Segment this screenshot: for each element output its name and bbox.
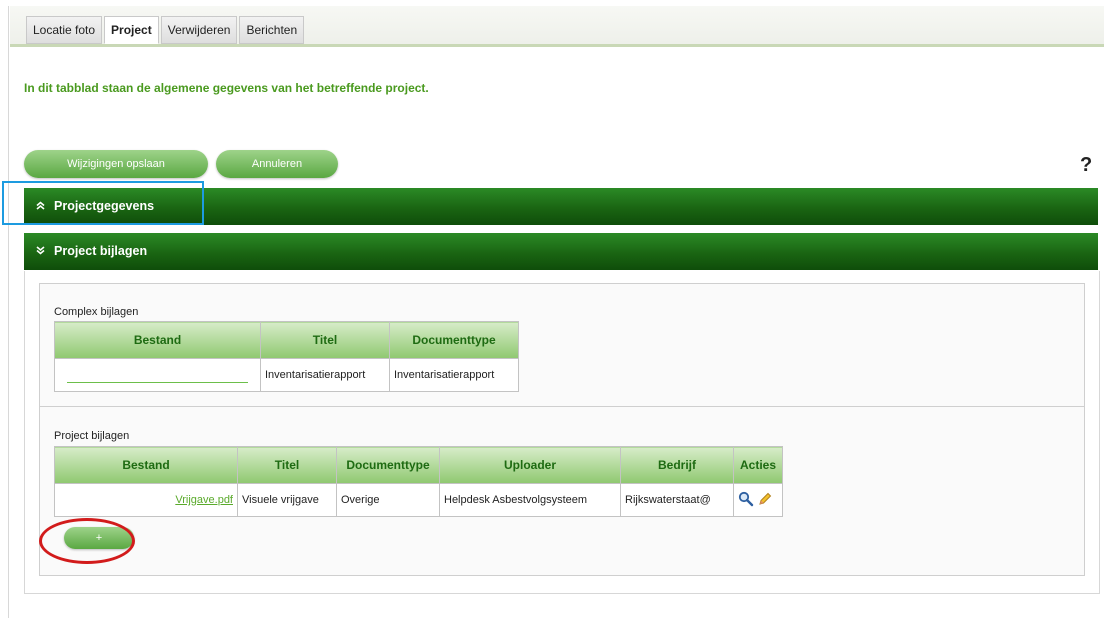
col-bedrijf: Bedrijf [620, 446, 734, 484]
col-uploader: Uploader [439, 446, 621, 484]
col-acties: Acties [733, 446, 783, 484]
cell-bestand[interactable] [54, 358, 261, 392]
chevron-up-icon [36, 189, 50, 226]
chevron-down-icon [36, 234, 50, 271]
col-titel: Titel [260, 321, 390, 359]
add-attachment-button[interactable]: + [64, 527, 134, 549]
cell-acties [733, 483, 783, 517]
attachments-panel: Complex bijlagen Bestand Titel Documentt… [24, 271, 1100, 594]
tab-locatie-foto[interactable]: Locatie foto [26, 16, 103, 44]
tab-project[interactable]: Project [104, 16, 159, 44]
col-titel: Titel [237, 446, 337, 484]
complex-bijlagen-table: Bestand Titel Documenttype Inventarisati… [54, 321, 519, 392]
pencil-icon[interactable] [757, 491, 773, 510]
col-bestand: Bestand [54, 321, 261, 359]
col-bestand: Bestand [54, 446, 238, 484]
project-bijlagen-label: Project bijlagen [54, 244, 148, 258]
cell-documenttype: Inventarisatierapport [389, 358, 519, 392]
tab-verwijderen[interactable]: Verwijderen [160, 16, 238, 44]
table-row: Inventarisatierapport Inventarisatierapp… [54, 358, 519, 392]
projectgegevens-label: Projectgegevens [54, 199, 155, 213]
table-row: Vrijgave.pdf Visuele vrijgave Overige He… [54, 483, 783, 517]
cell-titel: Visuele vrijgave [237, 483, 337, 517]
col-documenttype: Documenttype [336, 446, 440, 484]
col-documenttype: Documenttype [389, 321, 519, 359]
file-link-empty[interactable] [67, 368, 248, 383]
project-bijlagen-header[interactable]: Project bijlagen [24, 233, 1098, 270]
project-bijlagen-table: Bestand Titel Documenttype Uploader Bedr… [54, 446, 783, 517]
help-icon[interactable]: ? [1080, 154, 1092, 177]
cell-bedrijf: Rijkswaterstaat@ [620, 483, 734, 517]
cancel-button[interactable]: Annuleren [216, 150, 338, 178]
cell-documenttype: Overige [336, 483, 440, 517]
tab-berichten[interactable]: Berichten [239, 16, 305, 44]
file-link[interactable]: Vrijgave.pdf [175, 494, 233, 506]
cell-uploader: Helpdesk Asbestvolgsysteem [439, 483, 621, 517]
project-bijlagen-section: Project bijlagen Bestand Titel Documentt… [39, 406, 1085, 576]
tabs: Locatie foto Project Verwijderen Bericht… [26, 16, 305, 44]
complex-bijlagen-label: Complex bijlagen [54, 306, 139, 318]
save-button[interactable]: Wijzigingen opslaan [24, 150, 208, 178]
magnifier-icon[interactable] [738, 491, 754, 510]
cell-bestand: Vrijgave.pdf [54, 483, 238, 517]
intro-text: In dit tabblad staan de algemene gegeven… [24, 81, 429, 95]
complex-bijlagen-section: Complex bijlagen Bestand Titel Documentt… [39, 283, 1085, 407]
project-bijlagen-sublabel: Project bijlagen [54, 430, 130, 442]
tab-bar: Locatie foto Project Verwijderen Bericht… [10, 6, 1104, 47]
projectgegevens-header[interactable]: Projectgegevens [24, 188, 1098, 225]
cell-titel: Inventarisatierapport [260, 358, 390, 392]
